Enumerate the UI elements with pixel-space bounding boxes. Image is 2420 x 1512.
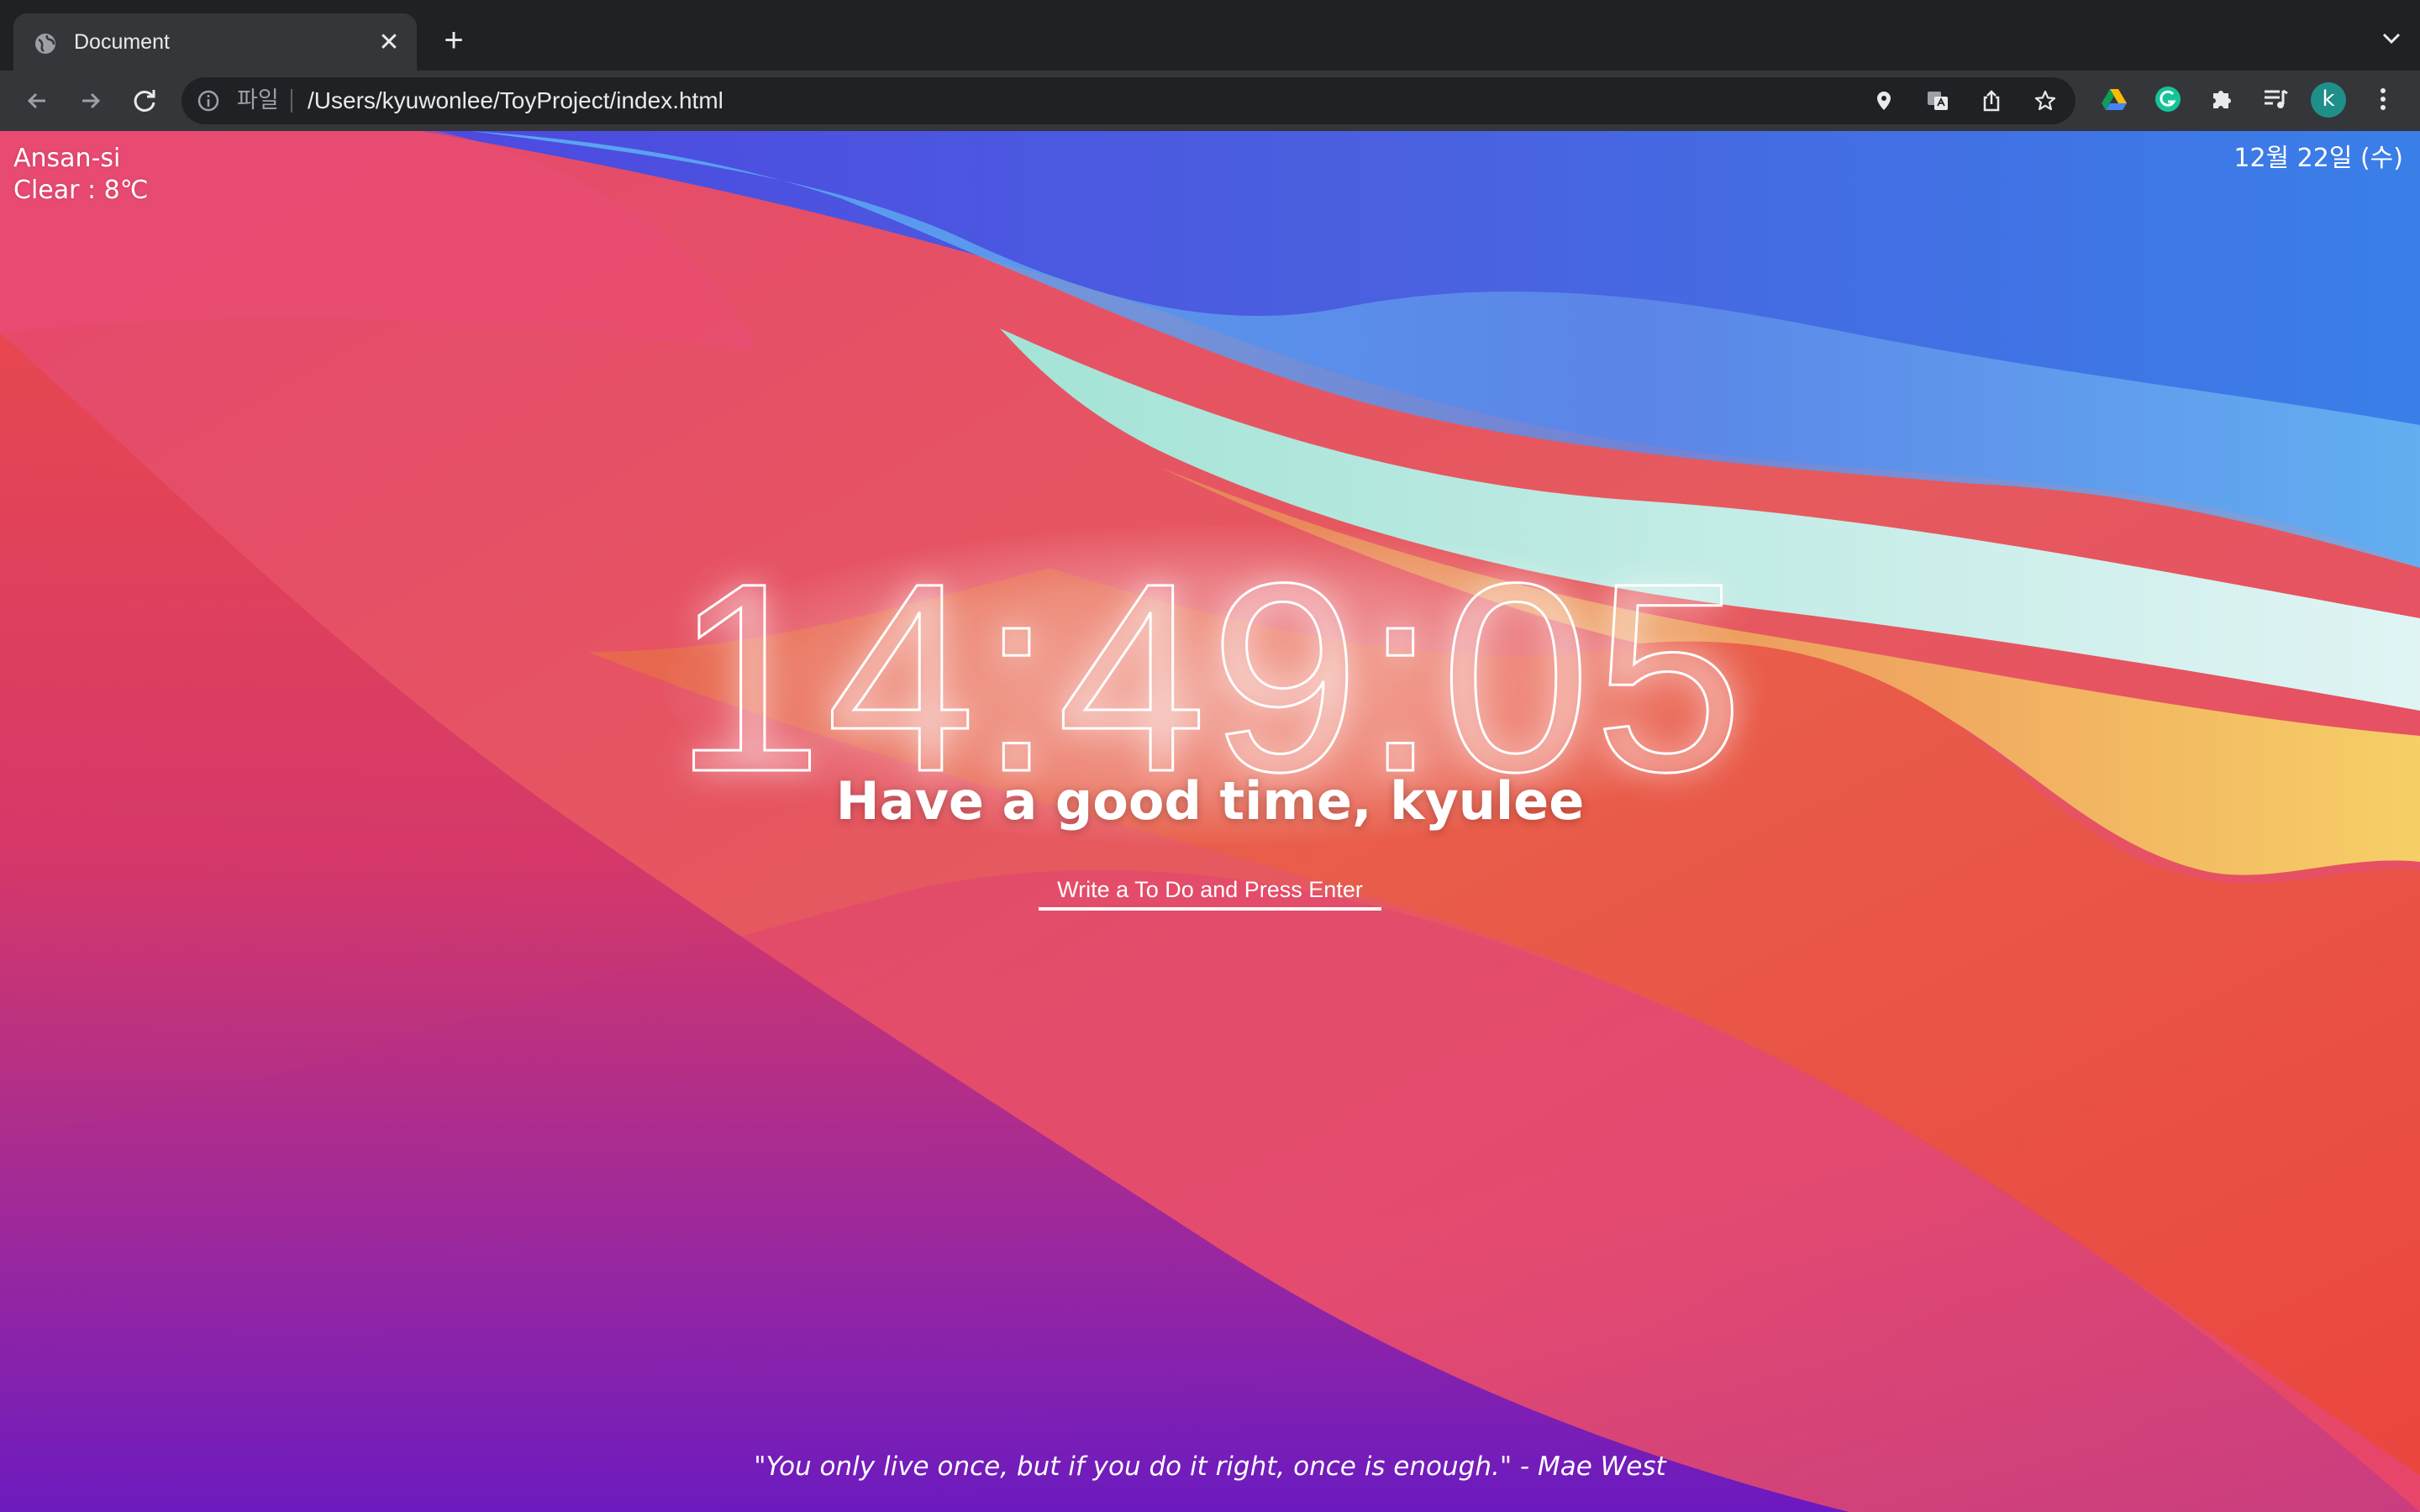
reading-list-icon[interactable] [2262, 86, 2289, 113]
weather-widget: Ansan-si Clear : 8℃ [13, 143, 148, 207]
date-display: 12월 22일 (수) [2233, 144, 2403, 173]
more-menu-icon[interactable] [2370, 86, 2396, 113]
tab-strip: Document ✕ + [0, 0, 2420, 71]
todo-input[interactable] [1039, 872, 1381, 911]
todo-form [1039, 872, 1381, 911]
greeting: Have a good time, kyulee [835, 770, 1585, 832]
weather-summary: Clear : 8℃ [13, 176, 149, 205]
weather-city: Ansan-si [13, 144, 121, 173]
url-text[interactable]: /Users/kyuwonlee/ToyProject/index.html [308, 87, 723, 115]
browser-toolbar: 파일 /Users/kyuwonlee/ToyProject/index.htm… [0, 71, 2420, 131]
info-icon[interactable] [197, 89, 220, 113]
forward-arrow-icon[interactable] [74, 84, 108, 118]
star-icon[interactable] [2033, 89, 2057, 113]
back-arrow-icon[interactable] [20, 84, 54, 118]
grammarly-icon[interactable] [2154, 86, 2181, 113]
omnibox-divider [291, 89, 292, 113]
page-viewport: Ansan-si Clear : 8℃ 12월 22일 (수) 14:49:05… [0, 131, 2420, 1512]
translate-icon[interactable] [1926, 89, 1949, 113]
tab-search-chevron-icon[interactable] [2380, 29, 2403, 49]
address-bar[interactable]: 파일 /Users/kyuwonlee/ToyProject/index.htm… [182, 77, 2075, 124]
tab-close-icon[interactable]: ✕ [376, 30, 402, 55]
tab-title: Document [74, 30, 170, 54]
extensions-puzzle-icon[interactable] [2208, 86, 2235, 113]
profile-avatar[interactable]: k [2311, 82, 2346, 118]
scheme-label: 파일 [237, 87, 279, 113]
tab-document[interactable]: Document ✕ [13, 13, 417, 71]
location-pin-icon[interactable] [1872, 89, 1896, 113]
quote: "You only live once, but if you do it ri… [754, 1452, 1666, 1482]
reload-icon[interactable] [128, 84, 161, 118]
share-icon[interactable] [1980, 89, 2003, 113]
new-tab-button[interactable]: + [437, 24, 471, 57]
google-drive-icon[interactable] [2101, 86, 2128, 113]
globe-icon [35, 34, 55, 54]
